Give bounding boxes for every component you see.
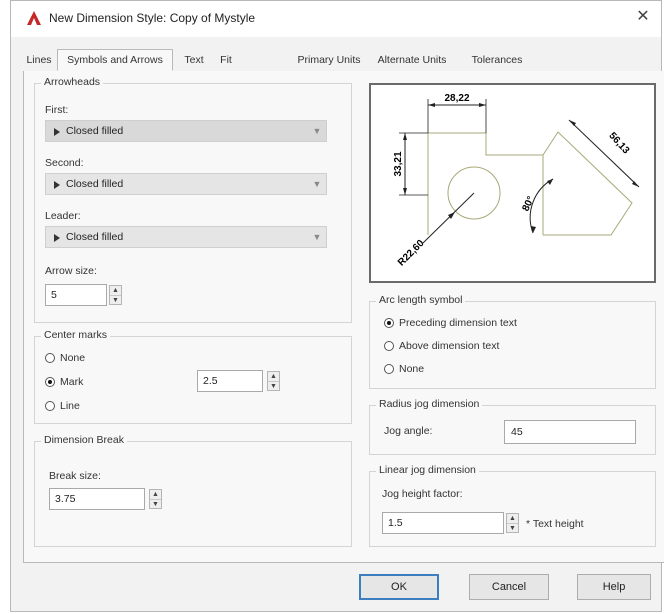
spin-down-icon[interactable]: ▼ [268,381,279,391]
preview-left-dimension: 33,21 [393,151,404,176]
second-arrowhead-select[interactable]: Closed filled ▼ [45,173,327,195]
spinner-buttons[interactable]: ▲ ▼ [149,489,162,509]
spinner-buttons[interactable]: ▲ ▼ [506,513,519,533]
spin-down-icon[interactable]: ▼ [507,523,518,533]
radio-icon[interactable] [384,364,394,374]
leader-arrowhead-value: Closed filled [66,231,124,243]
first-arrowhead-select[interactable]: Closed filled ▼ [45,120,327,142]
close-icon[interactable]: ✕ [633,7,653,27]
radius-jog-group-label: Radius jog dimension [376,398,483,410]
arc-length-symbol-group: Arc length symbol Preceding dimension te… [369,294,656,389]
center-marks-group-label: Center marks [41,329,111,341]
preview-drawing: 28,22 33,21 56,13 80° R22,60 [393,93,640,269]
chevron-down-icon[interactable]: ▼ [308,174,326,194]
first-arrowhead-value: Closed filled [66,125,124,137]
radio-selected-icon[interactable] [45,377,55,387]
jog-height-factor-label: Jog height factor: [382,488,463,500]
radio-icon[interactable] [384,341,394,351]
tab-text[interactable]: Text [177,51,211,69]
preview-top-dimension: 28,22 [444,93,469,104]
dimension-break-group: Dimension Break Break size: 3.75 ▲ ▼ [34,434,352,547]
title-bar: New Dimension Style: Copy of Mystyle ✕ [11,1,661,37]
break-size-input[interactable]: 3.75 [49,488,145,510]
leader-arrowhead-select[interactable]: Closed filled ▼ [45,226,327,248]
arc-preceding-label: Preceding dimension text [399,317,517,329]
chevron-down-icon[interactable]: ▼ [308,227,326,247]
window-title: New Dimension Style: Copy of Mystyle [49,11,256,25]
jog-height-factor-spinner[interactable]: 1.5 ▲ ▼ [382,512,520,534]
second-arrowhead-value: Closed filled [66,178,124,190]
second-label: Second: [45,157,84,169]
preview-radius-dimension: R22,60 [396,238,427,269]
spin-down-icon[interactable]: ▼ [150,499,161,509]
preview-right-dimension: 56,13 [606,130,631,156]
ok-button[interactable]: OK [359,574,439,600]
break-size-label: Break size: [49,470,101,482]
jog-angle-input[interactable]: 45 [504,420,636,444]
arrowhead-icon [54,128,60,136]
tab-symbols-and-arrows[interactable]: Symbols and Arrows [57,49,173,71]
radio-icon[interactable] [45,353,55,363]
center-mark-size-spinner[interactable]: 2.5 ▲ ▼ [197,370,283,392]
arrowhead-icon [54,181,60,189]
jog-height-factor-input[interactable]: 1.5 [382,512,504,534]
spin-up-icon[interactable]: ▲ [507,514,518,523]
spin-up-icon[interactable]: ▲ [268,372,279,381]
arc-none-label: None [399,363,425,375]
tab-primary-units[interactable]: Primary Units [295,51,363,69]
arrowhead-icon [54,234,60,242]
spinner-buttons[interactable]: ▲ ▼ [267,371,280,391]
style-preview: 28,22 33,21 56,13 80° R22,60 [369,83,656,283]
text-height-suffix: * Text height [526,518,584,530]
chevron-down-icon[interactable]: ▼ [308,121,326,141]
center-mark-none-label: None [60,352,86,364]
center-mark-line-label: Line [60,400,80,412]
center-marks-group: Center marks None Mark Line 2.5 ▲ ▼ [34,329,352,424]
center-mark-mark-label: Mark [60,376,84,388]
arrow-size-label: Arrow size: [45,265,97,277]
dimension-break-group-label: Dimension Break [41,434,127,446]
arc-length-symbol-group-label: Arc length symbol [376,294,466,306]
arrowheads-group-label: Arrowheads [41,76,104,88]
cancel-button[interactable]: Cancel [469,574,549,600]
radio-selected-icon[interactable] [384,318,394,328]
jog-angle-label: Jog angle: [384,425,433,437]
spinner-buttons[interactable]: ▲ ▼ [109,285,122,305]
linear-jog-group: Linear jog dimension Jog height factor: … [369,464,656,547]
autocad-logo-icon [27,11,41,25]
center-mark-size-input[interactable]: 2.5 [197,370,263,392]
tab-lines[interactable]: Lines [25,51,53,69]
spin-up-icon[interactable]: ▲ [110,286,121,295]
arrowheads-group: Arrowheads First: Closed filled ▼ Second… [34,76,352,323]
tab-fit[interactable]: Fit [215,51,237,69]
radius-jog-group: Radius jog dimension Jog angle: 45 [369,398,656,455]
spin-up-icon[interactable]: ▲ [150,490,161,499]
help-button[interactable]: Help [577,574,651,600]
leader-label: Leader: [45,210,81,222]
tab-tolerances[interactable]: Tolerances [463,51,531,69]
tab-strip: Lines Symbols and Arrows Text Fit Primar… [23,49,659,72]
break-size-spinner[interactable]: 3.75 ▲ ▼ [49,488,167,510]
arrow-size-spinner[interactable]: 5 ▲ ▼ [45,284,123,306]
arrow-size-input[interactable]: 5 [45,284,107,306]
dimension-style-dialog: New Dimension Style: Copy of Mystyle ✕ L… [10,0,664,612]
tab-alternate-units[interactable]: Alternate Units [367,51,457,69]
first-label: First: [45,104,69,116]
linear-jog-group-label: Linear jog dimension [376,464,479,476]
spin-down-icon[interactable]: ▼ [110,295,121,305]
radio-icon[interactable] [45,401,55,411]
tab-page: Arrowheads First: Closed filled ▼ Second… [23,71,664,563]
arc-above-label: Above dimension text [399,340,500,352]
